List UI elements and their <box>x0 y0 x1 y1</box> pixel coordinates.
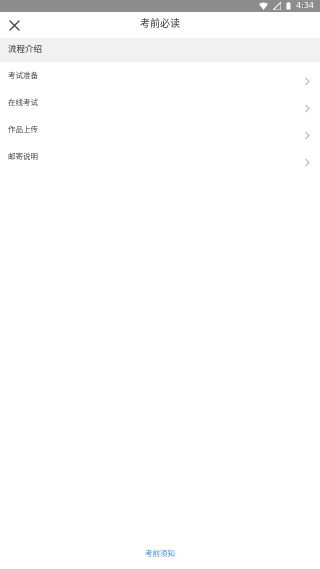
list-item-online-exam[interactable]: 在线考试 <box>0 89 320 116</box>
status-bar: 4:34 <box>0 0 320 12</box>
chevron-right-icon <box>303 98 311 113</box>
wifi-icon <box>259 2 269 10</box>
exam-notice-link[interactable]: 考前须知 <box>0 546 320 562</box>
list-item-exam-prep[interactable]: 考试准备 <box>0 62 320 89</box>
section-header: 流程介绍 <box>0 38 320 62</box>
close-icon <box>8 16 20 35</box>
list-item-work-upload[interactable]: 作品上传 <box>0 116 320 143</box>
list-item-label: 考试准备 <box>8 71 38 80</box>
page-title: 考前必读 <box>140 19 180 30</box>
battery-icon <box>286 2 291 10</box>
section-title: 流程介绍 <box>8 45 43 55</box>
close-button[interactable] <box>4 15 24 35</box>
menu-list: 考试准备 在线考试 作品上传 邮寄说明 <box>0 62 320 170</box>
status-icons: 4:34 <box>259 0 314 12</box>
list-item-label: 邮寄说明 <box>8 152 38 161</box>
signal-icon <box>273 2 282 10</box>
status-time: 4:34 <box>296 1 314 10</box>
list-item-mailing-instructions[interactable]: 邮寄说明 <box>0 143 320 170</box>
chevron-right-icon <box>303 125 311 140</box>
list-item-label: 作品上传 <box>8 125 38 134</box>
chevron-right-icon <box>303 152 311 167</box>
list-item-label: 在线考试 <box>8 98 38 107</box>
title-bar: 考前必读 <box>0 12 320 38</box>
chevron-right-icon <box>303 71 311 86</box>
